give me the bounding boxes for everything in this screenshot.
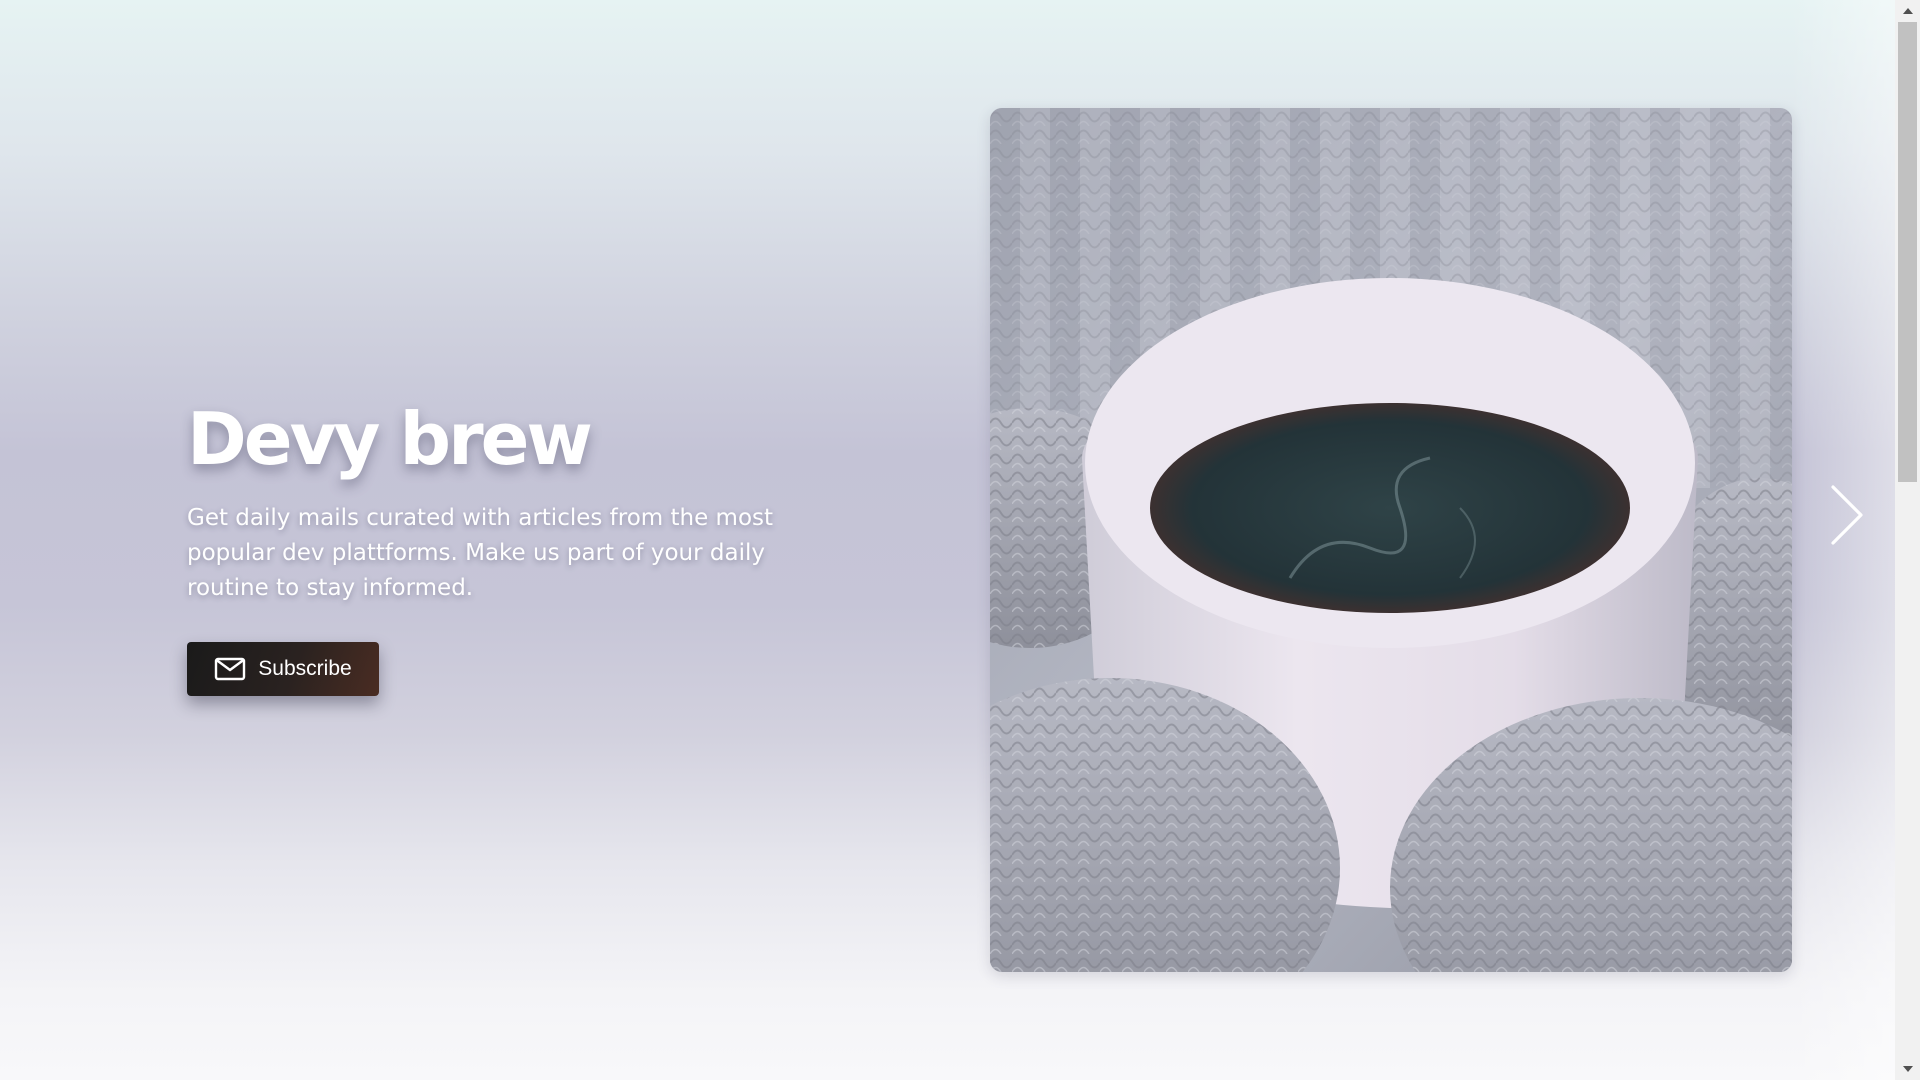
chevron-right-icon[interactable] (1830, 484, 1864, 546)
subscribe-button[interactable]: Subscribe (187, 642, 379, 696)
subscribe-label: Subscribe (258, 657, 352, 680)
hero-text-block: Devy brew Get daily mails curated with a… (187, 395, 827, 606)
hero-description: Get daily mails curated with articles fr… (187, 505, 774, 601)
vertical-scrollbar[interactable] (1895, 0, 1920, 1080)
scrollbar-thumb[interactable] (1898, 22, 1917, 482)
scroll-down-arrow-icon[interactable] (1895, 1058, 1920, 1080)
page-title: Devy brew (187, 397, 593, 481)
coffee-cup-photo (990, 108, 1792, 972)
mail-icon (214, 657, 246, 681)
page-background: Devy brew Get daily mails curated with a… (0, 0, 1895, 1080)
scroll-up-arrow-icon[interactable] (1895, 0, 1920, 22)
